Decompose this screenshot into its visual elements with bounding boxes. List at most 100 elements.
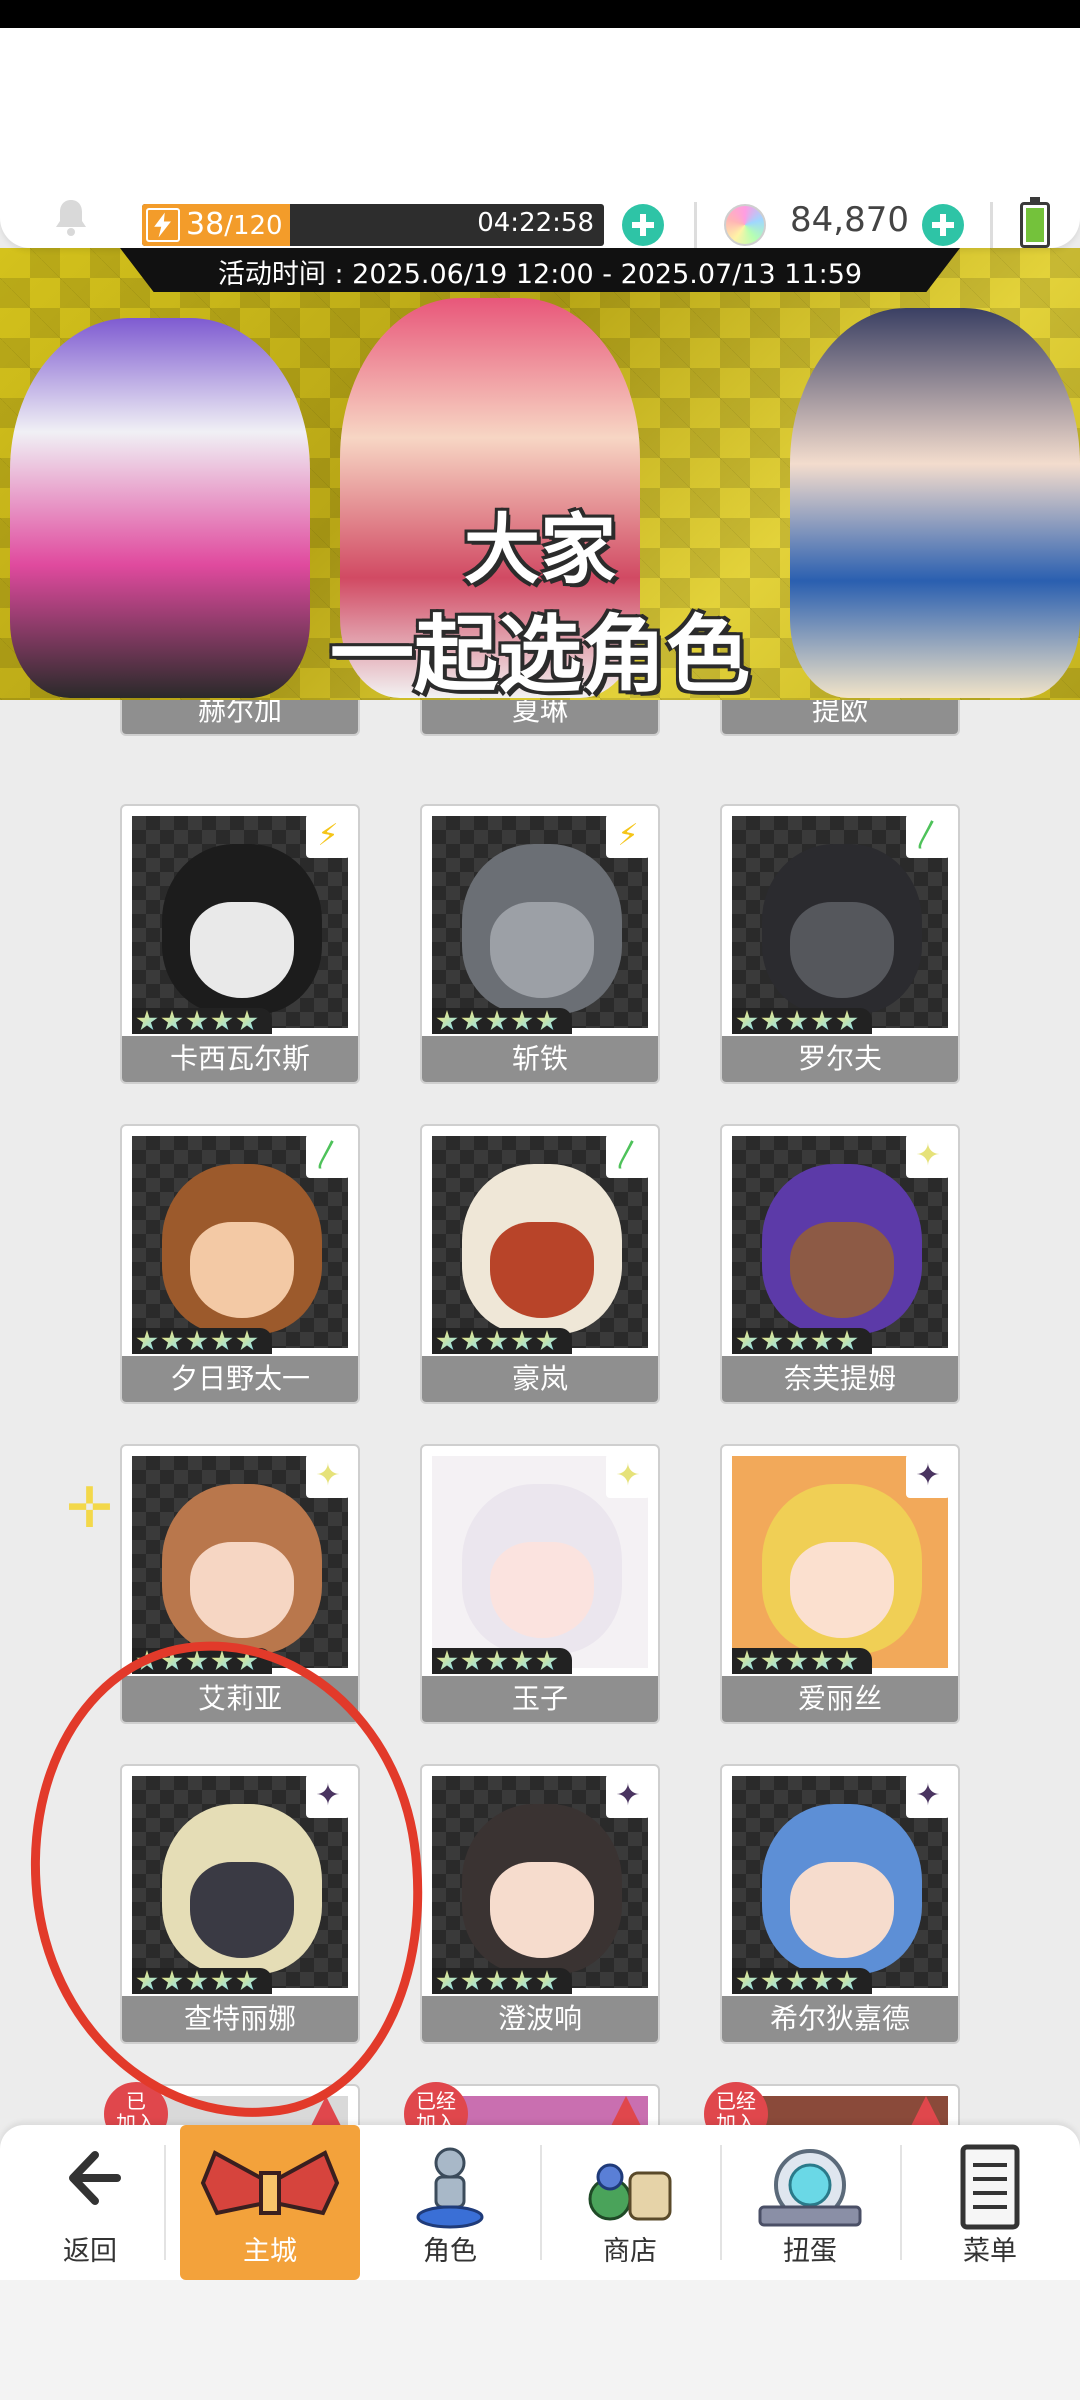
character-card[interactable]: 已 加入 bbox=[104, 2082, 360, 2125]
character-name: 赫尔加 bbox=[122, 700, 358, 734]
menu-list-icon bbox=[960, 2144, 1020, 2230]
banner-title-line2: 一起选角色 bbox=[329, 606, 750, 700]
character-name: 卡西瓦尔斯 bbox=[122, 1036, 358, 1082]
star-rating bbox=[732, 1648, 872, 1674]
character-name: 澄波响 bbox=[422, 1996, 658, 2042]
nav-label: 角色 bbox=[423, 2236, 477, 2267]
event-banner[interactable]: 大家 一起选角色 bbox=[0, 248, 1080, 700]
joined-badge: 已经 加入 bbox=[704, 2082, 768, 2125]
dark-element-icon: ✦ bbox=[606, 1774, 650, 1818]
character-name: 夕日野太一 bbox=[122, 1356, 358, 1402]
character-art-right bbox=[790, 308, 1080, 698]
character-statue-icon bbox=[416, 2147, 484, 2229]
character-name: 斩铁 bbox=[422, 1036, 658, 1082]
nav-label: 扭蛋 bbox=[783, 2236, 837, 2267]
nav-shop[interactable]: 商店 bbox=[540, 2125, 720, 2280]
star-rating bbox=[132, 1648, 272, 1674]
star-rating bbox=[732, 1328, 872, 1354]
stamina-bar: 38/120 04:22:58 bbox=[142, 204, 604, 246]
star-rating bbox=[432, 1648, 572, 1674]
character-card[interactable]: ✦ 澄波响 bbox=[420, 1764, 660, 2044]
nav-main-city[interactable]: 主城 bbox=[180, 2125, 360, 2280]
star-rating bbox=[132, 1968, 272, 1994]
add-gems-button[interactable] bbox=[922, 204, 964, 246]
event-period-strip: 活动时间 : 2025.06/19 12:00 - 2025.07/13 11:… bbox=[120, 248, 960, 292]
character-name: 查特丽娜 bbox=[122, 1996, 358, 2042]
character-card[interactable]: 〳 夕日野太一 bbox=[120, 1124, 360, 1404]
banner-title: 大家 一起选角色 bbox=[270, 488, 810, 700]
sparkle-decoration: ✛ bbox=[66, 1476, 113, 1541]
character-name: 夏琳 bbox=[422, 700, 658, 734]
character-card[interactable]: 夏琳 bbox=[420, 700, 660, 736]
back-arrow-icon bbox=[69, 2151, 121, 2205]
joined-badge: 已经 加入 bbox=[404, 2082, 468, 2125]
gem-icon bbox=[724, 204, 766, 246]
character-name: 奈芙提姆 bbox=[722, 1356, 958, 1402]
character-card[interactable]: ✦ 爱丽丝 bbox=[720, 1444, 960, 1724]
divider bbox=[990, 202, 993, 248]
divider bbox=[694, 202, 697, 248]
stamina-timer: 04:22:58 bbox=[477, 208, 594, 238]
stamina-value: 38/120 bbox=[186, 207, 283, 242]
character-card[interactable]: 〳 罗尔夫 bbox=[720, 804, 960, 1084]
nav-label: 主城 bbox=[243, 2236, 297, 2267]
character-name: 爱丽丝 bbox=[722, 1676, 958, 1722]
character-grid: 赫尔加 夏琳 提欧 ⚡ 卡西瓦尔斯 ⚡ 斩铁 〳 罗尔夫 〳 夕日野太一 〳 豪… bbox=[0, 700, 1080, 2125]
dark-element-icon: ✦ bbox=[306, 1774, 350, 1818]
dark-element-icon: ✦ bbox=[906, 1454, 950, 1498]
event-period-text: 活动时间 : 2025.06/19 12:00 - 2025.07/13 11:… bbox=[217, 259, 863, 290]
star-rating bbox=[432, 1968, 572, 1994]
character-name: 罗尔夫 bbox=[722, 1036, 958, 1082]
character-card[interactable]: ✦ 艾莉亚 bbox=[120, 1444, 360, 1724]
nav-menu[interactable]: 菜单 bbox=[900, 2125, 1080, 2280]
character-card[interactable]: ✦ 查特丽娜 bbox=[120, 1764, 360, 2044]
star-rating bbox=[432, 1008, 572, 1034]
character-card[interactable]: ✦ 奈芙提姆 bbox=[720, 1124, 960, 1404]
star-rating bbox=[132, 1008, 272, 1034]
shop-bag-icon bbox=[588, 2163, 672, 2221]
lightning-icon bbox=[146, 208, 180, 242]
light-element-icon: ✦ bbox=[606, 1454, 650, 1498]
add-stamina-button[interactable] bbox=[622, 204, 664, 246]
character-card[interactable]: 已经 加入 bbox=[704, 2082, 960, 2125]
character-card[interactable]: 〳 豪岚 bbox=[420, 1124, 660, 1404]
character-card[interactable]: 提欧 bbox=[720, 700, 960, 736]
stamina-max: /120 bbox=[224, 211, 283, 241]
character-card[interactable]: 赫尔加 bbox=[120, 700, 360, 736]
character-name: 玉子 bbox=[422, 1676, 658, 1722]
battery-icon bbox=[1020, 197, 1050, 248]
character-name: 艾莉亚 bbox=[122, 1676, 358, 1722]
character-name: 豪岚 bbox=[422, 1356, 658, 1402]
character-card[interactable]: 已经 加入 bbox=[404, 2082, 660, 2125]
bottom-navigation: 返回 主城 角色 商店 扭蛋 菜单 bbox=[0, 2125, 1080, 2280]
character-card[interactable]: ✦ 希尔狄嘉德 bbox=[720, 1764, 960, 2044]
bell-icon[interactable] bbox=[50, 196, 92, 238]
light-element-icon: ✦ bbox=[906, 1134, 950, 1178]
castle-wings-icon bbox=[200, 2150, 340, 2216]
nav-back[interactable]: 返回 bbox=[0, 2125, 180, 2280]
lightning-element-icon: ⚡ bbox=[306, 814, 350, 858]
system-navigation-area bbox=[0, 2280, 1080, 2400]
banner-title-line1: 大家 bbox=[464, 505, 616, 594]
character-card[interactable]: ⚡ 卡西瓦尔斯 bbox=[120, 804, 360, 1084]
star-rating bbox=[432, 1328, 572, 1354]
wind-element-icon: 〳 bbox=[606, 1134, 650, 1178]
character-name: 希尔狄嘉德 bbox=[722, 1996, 958, 2042]
nav-characters[interactable]: 角色 bbox=[360, 2125, 540, 2280]
nav-label: 商店 bbox=[603, 2236, 657, 2267]
wind-element-icon: 〳 bbox=[306, 1134, 350, 1178]
star-rating bbox=[732, 1968, 872, 1994]
dark-element-icon: ✦ bbox=[906, 1774, 950, 1818]
resource-bar: 38/120 04:22:58 84,870 bbox=[0, 28, 1080, 248]
star-rating bbox=[132, 1328, 272, 1354]
nav-gacha[interactable]: 扭蛋 bbox=[720, 2125, 900, 2280]
system-status-bar bbox=[0, 0, 1080, 28]
light-element-icon: ✦ bbox=[306, 1454, 350, 1498]
character-card[interactable]: ✦ 玉子 bbox=[420, 1444, 660, 1724]
character-card[interactable]: ⚡ 斩铁 bbox=[420, 804, 660, 1084]
gem-count: 84,870 bbox=[790, 200, 909, 240]
wind-element-icon: 〳 bbox=[906, 814, 950, 858]
character-art-left bbox=[10, 318, 310, 698]
lightning-element-icon: ⚡ bbox=[606, 814, 650, 858]
nav-label: 菜单 bbox=[963, 2236, 1017, 2267]
